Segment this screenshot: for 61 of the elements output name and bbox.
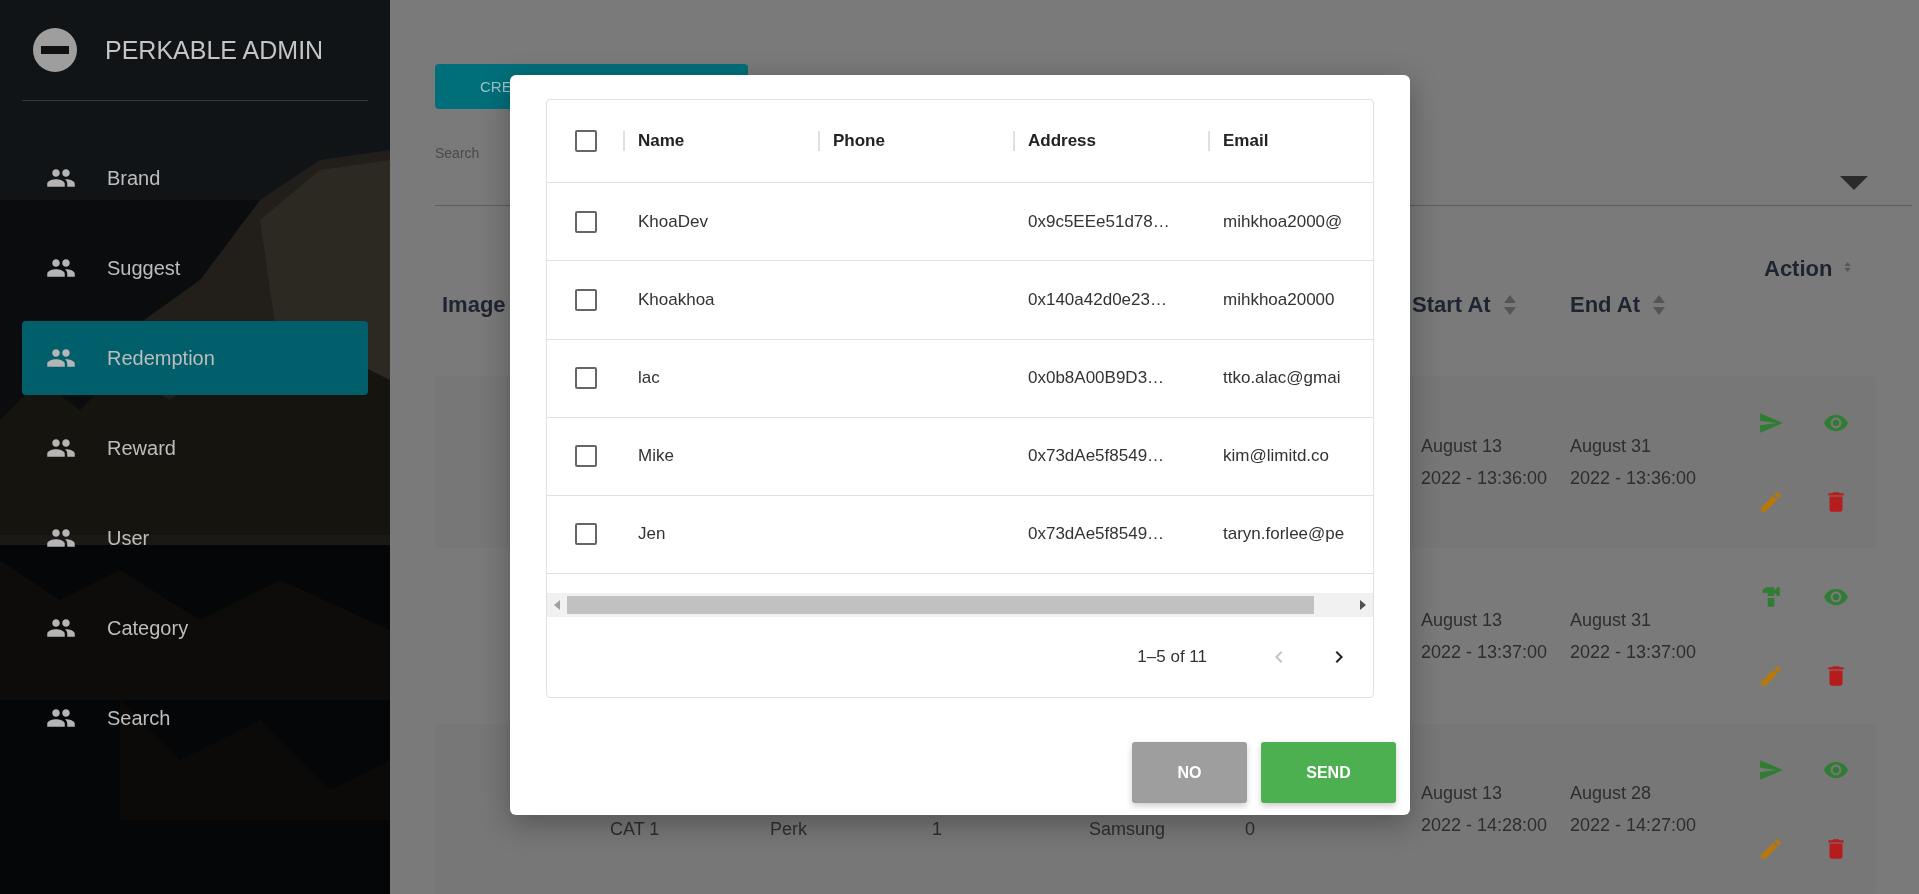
nav-item[interactable]: Reward <box>22 411 368 485</box>
checkbox[interactable] <box>575 445 597 468</box>
start-time: 2022 - 14:28:00 <box>1421 814 1549 837</box>
table-cell-text: 0x73dAe5f8549… <box>1027 446 1166 467</box>
nav-item[interactable]: Redemption <box>22 321 368 395</box>
sort-icon[interactable] <box>1652 294 1667 316</box>
checkbox[interactable] <box>575 367 597 390</box>
checkbox[interactable] <box>575 210 597 233</box>
column-header: Phone <box>818 131 1013 152</box>
table-cell-text: KhoaDev <box>637 211 709 232</box>
table-cell-text: 0 <box>1245 818 1256 841</box>
start-date: August 13 <box>1421 782 1504 805</box>
end-time: 2022 - 14:27:00 <box>1570 814 1698 837</box>
table-cell-text: Mike <box>637 446 675 467</box>
start-date: August 13 <box>1421 609 1504 632</box>
column-header: End At <box>1570 292 1641 318</box>
end-time: 2022 - 13:37:00 <box>1570 641 1698 664</box>
table-cell-text: 1 <box>932 818 943 841</box>
table-cell-text: 0x73dAe5f8549… <box>1027 524 1166 545</box>
table-cell-text: Perk <box>770 818 808 841</box>
logo-icon <box>33 28 77 72</box>
column-header: Name <box>623 131 818 152</box>
column-header: Image <box>442 292 506 318</box>
column-header: Address <box>1013 131 1208 152</box>
scrollbar[interactable] <box>547 593 1373 617</box>
column-header: Action <box>1764 256 1833 282</box>
nav-item[interactable]: Brand <box>22 141 368 215</box>
table-cell-text: Khoakhoa <box>637 289 716 310</box>
nav-item[interactable]: User <box>22 501 368 575</box>
checkbox[interactable] <box>575 288 597 311</box>
start-time: 2022 - 13:36:00 <box>1421 467 1549 490</box>
page-range: 1–5 of 11 <box>1137 646 1207 667</box>
table-cell-text: lac <box>637 368 661 389</box>
scroll-left-icon[interactable] <box>553 599 561 610</box>
end-time: 2022 - 13:36:00 <box>1570 467 1698 490</box>
table-cell-text: kim@limitd.co <box>1222 446 1331 467</box>
column-header: Start At <box>1412 292 1491 318</box>
nav-item[interactable]: Search <box>22 681 368 755</box>
checkbox[interactable] <box>575 130 597 153</box>
table-cell-text: mihkhoa20000 <box>1222 289 1336 310</box>
start-date: August 13 <box>1421 435 1504 458</box>
app-title: PERKABLE ADMIN <box>105 35 324 65</box>
table-cell-text: Samsung <box>1089 818 1167 841</box>
end-date: August 28 <box>1570 782 1653 805</box>
end-date: August 31 <box>1570 435 1653 458</box>
table-cell-text: taryn.forlee@pe <box>1222 524 1346 545</box>
table-cell-text: Jen <box>637 524 667 545</box>
start-time: 2022 - 13:37:00 <box>1421 641 1549 664</box>
column-header: Email <box>1208 131 1373 152</box>
table-cell-text: CAT 1 <box>610 818 661 841</box>
table-cell-text: ttko.alac@gmai <box>1222 368 1342 389</box>
table-cell-text: mihkhoa2000@ <box>1222 211 1344 232</box>
scroll-right-icon[interactable] <box>1359 599 1367 610</box>
table-cell-text: 0x9c5EEe51d78… <box>1027 211 1171 232</box>
sort-icon[interactable] <box>1502 294 1517 316</box>
table-cell-text: 0x140a42d0e23… <box>1027 289 1168 310</box>
checkbox[interactable] <box>575 523 597 546</box>
scroll-thumb[interactable] <box>567 595 1314 614</box>
end-date: August 31 <box>1570 609 1653 632</box>
nav-item[interactable]: Suggest <box>22 231 368 305</box>
table-cell-text: 0x0b8A00B9D3… <box>1027 368 1166 389</box>
